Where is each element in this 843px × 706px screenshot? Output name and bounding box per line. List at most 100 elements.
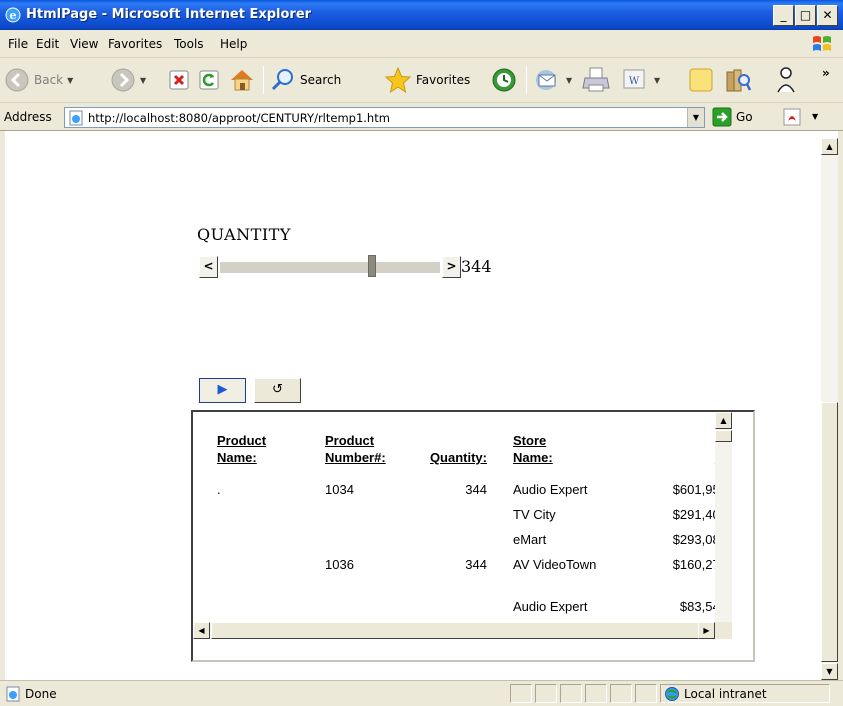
status-panel [610,684,632,703]
page-scroll-down-icon[interactable]: ▼ [821,663,838,680]
search-button[interactable]: Search [270,62,341,98]
acrobat-icon[interactable] [782,107,804,127]
menu-view[interactable]: View [70,37,98,51]
refresh-button[interactable] [198,62,220,98]
col-header-store-name: Store Name: [513,433,553,465]
forward-dropdown-icon[interactable]: ▼ [140,76,146,85]
report-scroll-thumb[interactable] [715,430,732,442]
cell-store-name: eMart [513,532,547,547]
cell-store-name: TV City [513,507,556,522]
report-vertical-scrollbar[interactable]: ▲ ▼ [715,412,732,639]
page-vertical-scrollbar[interactable]: ▲ ▼ [821,138,838,680]
status-panel [635,684,657,703]
col-header-product-name: Product Name: [217,433,267,465]
search-icon [271,69,293,91]
back-arrow-icon [5,68,29,92]
search-label: Search [300,73,342,87]
menu-bar: File Edit View Favorites Tools Help [0,30,843,58]
history-button[interactable] [490,62,518,98]
address-url: http://localhost:8080/approot/CENTURY/rl… [88,111,390,125]
mail-icon [536,70,556,90]
cell-store-name: Audio Expert [513,482,588,497]
toolbar: Back ▼ ▼ Search Favorites ▼ W ▼ » [0,58,843,103]
quantity-value: 344 [461,257,492,276]
page-done-icon [6,686,20,702]
scrollbar-corner [715,622,732,639]
report-scroll-left-icon[interactable]: ◀ [193,622,210,639]
research-books-icon [726,69,752,92]
maximize-button[interactable]: □ [795,5,816,26]
status-text: Done [25,687,57,701]
research-button[interactable] [724,62,752,98]
go-arrow-icon [712,107,732,127]
go-label: Go [736,110,753,124]
toolbar-overflow-button[interactable]: » [822,66,830,80]
favorites-button[interactable]: Favorites [384,62,470,98]
menu-favorites[interactable]: Favorites [108,37,162,51]
forward-button[interactable]: ▼ [110,62,146,98]
mail-dropdown-icon[interactable]: ▼ [566,76,572,85]
intranet-globe-icon [665,687,679,701]
page-icon [69,110,83,126]
page-scroll-up-icon[interactable]: ▲ [821,138,838,155]
mail-button[interactable]: ▼ [534,62,572,98]
address-dropdown-icon[interactable]: ▼ [687,108,704,127]
play-icon: ▶ [217,382,228,397]
discuss-button[interactable] [688,62,714,98]
menu-tools[interactable]: Tools [174,37,204,51]
stop-icon [169,70,189,90]
close-button[interactable]: ✕ [817,5,838,26]
note-icon [689,68,713,92]
back-label: Back [34,73,64,87]
edit-button[interactable]: W ▼ [622,62,660,98]
back-dropdown-icon[interactable]: ▼ [67,76,73,85]
report-scroll-up-icon[interactable]: ▲ [715,412,732,429]
edit-dropdown-icon[interactable]: ▼ [654,76,660,85]
menu-help[interactable]: Help [220,37,247,51]
cell-product-name: . [217,482,221,497]
window-title: HtmlPage - Microsoft Internet Explorer [26,7,312,22]
window-frame-right [838,131,843,680]
cell-product-number: 1034 [325,482,354,497]
toolbar-separator [526,66,527,94]
print-button[interactable] [582,62,612,98]
history-icon [492,68,516,92]
acrobat-dropdown-icon[interactable]: ▼ [812,112,818,121]
quantity-slider-track[interactable] [220,262,440,273]
slider-decrement-button[interactable]: < [199,256,218,278]
address-input[interactable]: http://localhost:8080/approot/CENTURY/rl… [64,107,705,128]
minimize-button[interactable]: _ [773,5,794,26]
menu-file[interactable]: File [8,37,28,51]
ie-logo-icon: e [5,7,21,23]
play-button[interactable]: ▶ [199,378,246,403]
report-frame: Product Name: Product Number#: Quantity:… [191,410,755,662]
refresh-icon [199,70,219,90]
report-scroll-right-icon[interactable]: ▶ [698,622,715,639]
quantity-slider-thumb[interactable] [368,255,377,277]
star-icon [384,66,412,94]
cell-quantity: 344 [465,557,487,572]
back-button[interactable]: Back ▼ [4,62,73,98]
home-button[interactable] [228,62,256,98]
messenger-person-icon [777,67,795,93]
page-scroll-thumb[interactable] [821,402,838,662]
go-button[interactable]: Go [712,107,753,127]
title-bar: e HtmlPage - Microsoft Internet Explorer… [0,0,843,30]
cell-store-name: Audio Expert [513,599,588,614]
col-header-product-number: Product Number#: [325,433,386,465]
messenger-button[interactable] [774,62,798,98]
word-edit-icon: W [623,69,645,89]
favorites-label: Favorites [416,73,471,87]
stop-button[interactable] [168,62,190,98]
status-panel [535,684,557,703]
windows-logo-icon [813,36,831,51]
home-icon [231,70,253,91]
report-horizontal-scrollbar[interactable]: ◀ ▶ [193,622,732,639]
menu-edit[interactable]: Edit [36,37,59,51]
status-panel [510,684,532,703]
slider-increment-button[interactable]: > [442,256,461,278]
report-hscroll-thumb[interactable] [211,622,699,639]
toolbar-separator [263,66,264,94]
reset-icon: ↺ [272,382,283,397]
reset-button[interactable]: ↺ [254,378,301,403]
